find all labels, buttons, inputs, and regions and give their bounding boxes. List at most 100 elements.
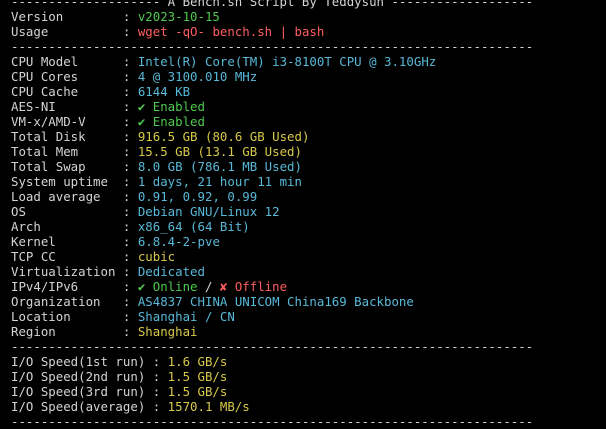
separator-colon: :: [145, 399, 168, 414]
info-row: Arch : x86_64 (64 Bit): [11, 219, 250, 234]
io-value: 1.6 GB/s: [167, 354, 228, 369]
header-row: Usage : wget -qO- bench.sh | bash: [11, 24, 324, 39]
header-rule: -------------------- A Bench.sh Script B…: [11, 0, 533, 9]
separator-colon: :: [145, 369, 168, 384]
info-label: Arch: [11, 219, 41, 234]
network-value: AS4837 CHINA UNICOM China169 Backbone: [137, 294, 414, 309]
section-rule: ----------------------------------------…: [11, 414, 533, 429]
separator-colon: :: [115, 84, 138, 99]
io-row: I/O Speed(1st run) : 1.6 GB/s: [11, 354, 227, 369]
separator-colon: :: [115, 144, 138, 159]
separator-colon: :: [115, 324, 138, 339]
separator-colon: :: [115, 279, 138, 294]
io-value: 1.5 GB/s: [167, 369, 228, 384]
info-label: CPU Cache: [11, 84, 79, 99]
io-value: 1570.1 MB/s: [167, 399, 250, 414]
io-value: 1.5 GB/s: [167, 384, 228, 399]
separator-colon: :: [115, 264, 138, 279]
info-value: Debian GNU/Linux 12: [137, 204, 280, 219]
info-value: Intel(R) Core(TM) i3-8100T CPU @ 3.10GHz: [137, 54, 437, 69]
section-rule: ----------------------------------------…: [11, 414, 534, 429]
info-value: 1 days, 21 hour 11 min: [137, 174, 302, 189]
info-row: Kernel : 6.8.4-2-pve: [11, 234, 220, 249]
separator-colon: :: [115, 114, 138, 129]
separator-colon: :: [115, 189, 138, 204]
info-label: AES-NI: [11, 99, 56, 114]
section-rule: ----------------------------------------…: [11, 339, 533, 354]
info-label: CPU Cores: [11, 69, 79, 84]
ipv4-status: ✔ Online: [137, 279, 198, 294]
info-row: VM-x/AMD-V : ✔ Enabled: [11, 114, 205, 129]
info-label: TCP CC: [11, 249, 56, 264]
separator-colon: :: [115, 69, 138, 84]
info-value: 916.5 GB (80.6 GB Used): [137, 129, 310, 144]
separator-colon: :: [115, 159, 138, 174]
ipv-slash: /: [197, 279, 220, 294]
info-label: OS: [11, 204, 26, 219]
separator-colon: :: [115, 219, 138, 234]
section-rule: ----------------------------------------…: [11, 39, 534, 54]
ipv-row: IPv4/IPv6 : ✔ Online / ✘ Offline: [11, 279, 287, 294]
separator-colon: :: [145, 354, 168, 369]
network-value: Shanghai / CN: [137, 309, 235, 324]
header-rule: -------------------- A Bench.sh Script B…: [11, 0, 534, 9]
io-row: I/O Speed(average) : 1570.1 MB/s: [11, 399, 250, 414]
header-label: Version: [11, 9, 64, 24]
info-row: CPU Cache : 6144 KB: [11, 84, 190, 99]
info-row: CPU Cores : 4 @ 3100.010 MHz: [11, 69, 257, 84]
info-value: ✔ Enabled: [137, 114, 205, 129]
network-row: Location : Shanghai / CN: [11, 309, 235, 324]
info-row: Total Mem : 15.5 GB (13.1 GB Used): [11, 144, 302, 159]
info-label: System uptime: [11, 174, 108, 189]
info-row: System uptime : 1 days, 21 hour 11 min: [11, 174, 302, 189]
separator-colon: :: [115, 99, 138, 114]
separator-colon: :: [145, 384, 168, 399]
info-value: 0.91, 0.92, 0.99: [137, 189, 258, 204]
network-row: Region : Shanghai: [11, 324, 198, 339]
info-value: 15.5 GB (13.1 GB Used): [137, 144, 302, 159]
separator-colon: :: [115, 174, 138, 189]
terminal-window: -------------------- A Bench.sh Script B…: [0, 0, 606, 429]
info-value: ✔ Enabled: [137, 99, 205, 114]
info-value: cubic: [137, 249, 176, 264]
header-label: Usage: [11, 24, 49, 39]
info-row: Load average : 0.91, 0.92, 0.99: [11, 189, 257, 204]
separator-colon: :: [115, 234, 138, 249]
info-label: Total Mem: [11, 144, 79, 159]
separator-colon: :: [115, 204, 138, 219]
info-label: Total Disk: [11, 129, 86, 144]
network-label: Region: [11, 324, 56, 339]
info-value: 6144 KB: [137, 84, 191, 99]
separator-colon: :: [115, 9, 138, 24]
info-label: Kernel: [11, 234, 56, 249]
info-row: TCP CC : cubic: [11, 249, 175, 264]
info-row: CPU Model : Intel(R) Core(TM) i3-8100T C…: [11, 54, 436, 69]
ipv6-status: ✘ Offline: [219, 279, 288, 294]
info-label: Virtualization: [11, 264, 116, 279]
header-value: v2023-10-15: [137, 9, 220, 24]
separator-colon: :: [115, 309, 138, 324]
section-rule: ----------------------------------------…: [11, 339, 534, 354]
ipv-label: IPv4/IPv6: [11, 279, 79, 294]
io-row: I/O Speed(3rd run) : 1.5 GB/s: [11, 384, 227, 399]
info-label: CPU Model: [11, 54, 79, 69]
info-row: Total Swap : 8.0 GB (786.1 MB Used): [11, 159, 302, 174]
header-row: Version : v2023-10-15: [11, 9, 220, 24]
separator-colon: :: [115, 129, 138, 144]
info-value: 4 @ 3100.010 MHz: [137, 69, 258, 84]
io-label: I/O Speed(2nd run): [11, 369, 146, 384]
io-label: I/O Speed(3rd run): [11, 384, 146, 399]
header-value: wget -qO- bench.sh | bash: [137, 24, 325, 39]
separator-colon: :: [115, 24, 138, 39]
network-label: Organization: [11, 294, 101, 309]
io-label: I/O Speed(average): [11, 399, 146, 414]
section-rule: ----------------------------------------…: [11, 39, 533, 54]
separator-colon: :: [115, 54, 138, 69]
info-label: Total Swap: [11, 159, 86, 174]
info-value: 8.0 GB (786.1 MB Used): [137, 159, 302, 174]
info-value: x86_64 (64 Bit): [137, 219, 250, 234]
info-row: AES-NI : ✔ Enabled: [11, 99, 205, 114]
info-row: Virtualization : Dedicated: [11, 264, 205, 279]
io-label: I/O Speed(1st run): [11, 354, 146, 369]
network-row: Organization : AS4837 CHINA UNICOM China…: [11, 294, 414, 309]
